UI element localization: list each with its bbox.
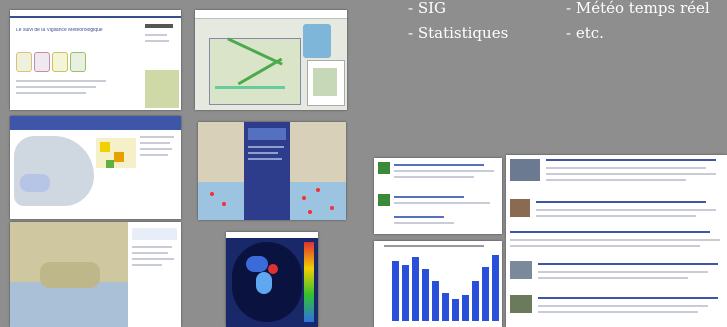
gis-screenshot[interactable] <box>195 10 347 110</box>
radar-screenshot[interactable] <box>226 232 318 327</box>
feature-list: - SIG - Statistiques - Météo temps réel … <box>408 0 727 60</box>
social-feed-screenshot[interactable] <box>374 158 502 234</box>
bullet-statistiques: - Statistiques <box>408 24 509 42</box>
bullet-sig: - SIG <box>408 0 447 17</box>
news-screenshot[interactable] <box>506 155 727 327</box>
dashboard-screenshot[interactable]: Le suivi de la Vigilance Météorologique <box>10 10 181 110</box>
vigilance-map-screenshot[interactable] <box>10 116 181 219</box>
bullet-meteo: - Météo temps réel <box>566 0 710 17</box>
fleet-map-screenshot[interactable] <box>198 122 346 220</box>
coast-map-screenshot[interactable] <box>10 222 181 327</box>
stats-chart-screenshot[interactable] <box>374 241 502 327</box>
dashboard-title: Le suivi de la Vigilance Météorologique <box>16 28 103 33</box>
bullet-etc: - etc. <box>566 24 604 42</box>
